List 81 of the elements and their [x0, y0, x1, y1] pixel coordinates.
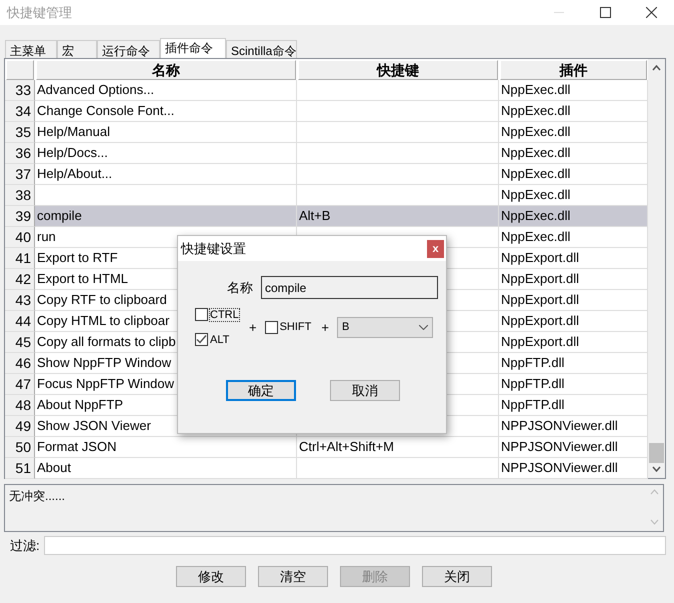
table-cell: NppExport.dll	[499, 290, 648, 311]
checkbox[interactable]	[195, 333, 208, 346]
dialog-button[interactable]: 修改	[176, 566, 246, 587]
table-cell: NppExec.dll	[499, 122, 648, 143]
tab[interactable]: Scintilla命令	[226, 40, 297, 58]
chevron-icon	[418, 324, 428, 330]
table-cell: NppExec.dll	[499, 164, 648, 185]
close-button[interactable]: x	[427, 240, 444, 258]
row-number: 40	[5, 227, 35, 248]
row-number: 42	[5, 269, 35, 290]
table-cell: NppExec.dll	[499, 101, 648, 122]
row-number: 39	[5, 206, 35, 227]
window-title: 快捷键管理	[7, 4, 73, 22]
table-cell: NppExport.dll	[499, 269, 648, 290]
table-cell: NPPJSONViewer.dll	[499, 437, 648, 458]
table-cell: Alt+B	[297, 206, 499, 227]
row-number: 43	[5, 290, 35, 311]
key-select[interactable]: B	[336, 316, 433, 338]
row-number: 38	[5, 185, 35, 206]
table-cell: Ctrl+Alt+Shift+M	[297, 437, 499, 458]
row-number: 35	[5, 122, 35, 143]
plus-sign: +	[321, 320, 329, 334]
scrollbar-icon	[650, 488, 659, 526]
row-number: 41	[5, 248, 35, 269]
ctrl-label: CTRL	[210, 308, 239, 320]
table-cell: NppFTP.dll	[499, 353, 648, 374]
row-number: 50	[5, 437, 35, 458]
row-number: 51	[5, 458, 35, 479]
table-cell: Change Console Font...	[35, 101, 297, 122]
row-number: 47	[5, 374, 35, 395]
checkbox[interactable]	[195, 308, 208, 321]
row-number: 34	[5, 101, 35, 122]
name-field[interactable]: compile	[261, 276, 438, 299]
table-cell: NppExec.dll	[499, 206, 648, 227]
plus-sign: +	[249, 320, 257, 334]
row-number: 49	[5, 416, 35, 437]
checkbox[interactable]	[264, 320, 278, 334]
table-cell: NppExec.dll	[499, 185, 648, 206]
tab[interactable]: 运行命令	[97, 40, 160, 58]
table-cell: NppExport.dll	[499, 248, 648, 269]
table-cell: Help/Manual	[35, 122, 297, 143]
table-cell: NPPJSONViewer.dll	[499, 416, 648, 437]
scrollbar-thumb[interactable]	[649, 443, 664, 463]
cancel-button[interactable]: 取消	[330, 380, 400, 401]
column-header[interactable]: 插件	[500, 60, 647, 80]
table-cell: NppExec.dll	[499, 143, 648, 164]
table-cell: NppFTP.dll	[499, 374, 648, 395]
table-cell: NppExec.dll	[499, 227, 648, 248]
row-number: 33	[5, 80, 35, 101]
table-cell: NppExport.dll	[499, 332, 648, 353]
filter-label: 过滤:	[10, 536, 40, 554]
table-cell: Help/About...	[35, 164, 297, 185]
tab[interactable]: 主菜单	[5, 40, 57, 58]
row-number: 44	[5, 311, 35, 332]
scroll-up-icon	[652, 65, 661, 71]
row-number: 45	[5, 332, 35, 353]
scroll-down-icon	[652, 466, 661, 472]
row-number: 36	[5, 143, 35, 164]
tab[interactable]: 宏	[57, 40, 97, 58]
column-header[interactable]: 名称	[36, 60, 296, 80]
row-number: 46	[5, 353, 35, 374]
column-header[interactable]: 快捷键	[298, 60, 498, 80]
row-number: 48	[5, 395, 35, 416]
conflict-message: 无冲突......	[9, 488, 66, 505]
table-cell: Advanced Options...	[35, 80, 297, 101]
ok-button[interactable]: 确定	[226, 380, 296, 401]
table-cell: Help/Docs...	[35, 143, 297, 164]
filter-field[interactable]	[44, 536, 666, 555]
dialog-button[interactable]: 清空	[258, 566, 328, 587]
row-number: 37	[5, 164, 35, 185]
tab[interactable]: 插件命令	[160, 38, 226, 58]
table-cell: NppExec.dll	[499, 80, 648, 101]
table-cell: compile	[35, 206, 297, 227]
table-cell: NppExport.dll	[499, 311, 648, 332]
table-cell: Format JSON	[35, 437, 297, 458]
alt-label: ALT	[210, 334, 230, 346]
table-cell: NPPJSONViewer.dll	[499, 458, 648, 479]
table-cell: About	[35, 458, 297, 479]
scrollbar[interactable]	[648, 59, 665, 478]
table-cell: NppFTP.dll	[499, 395, 648, 416]
dialog-button[interactable]: 关闭	[422, 566, 492, 587]
